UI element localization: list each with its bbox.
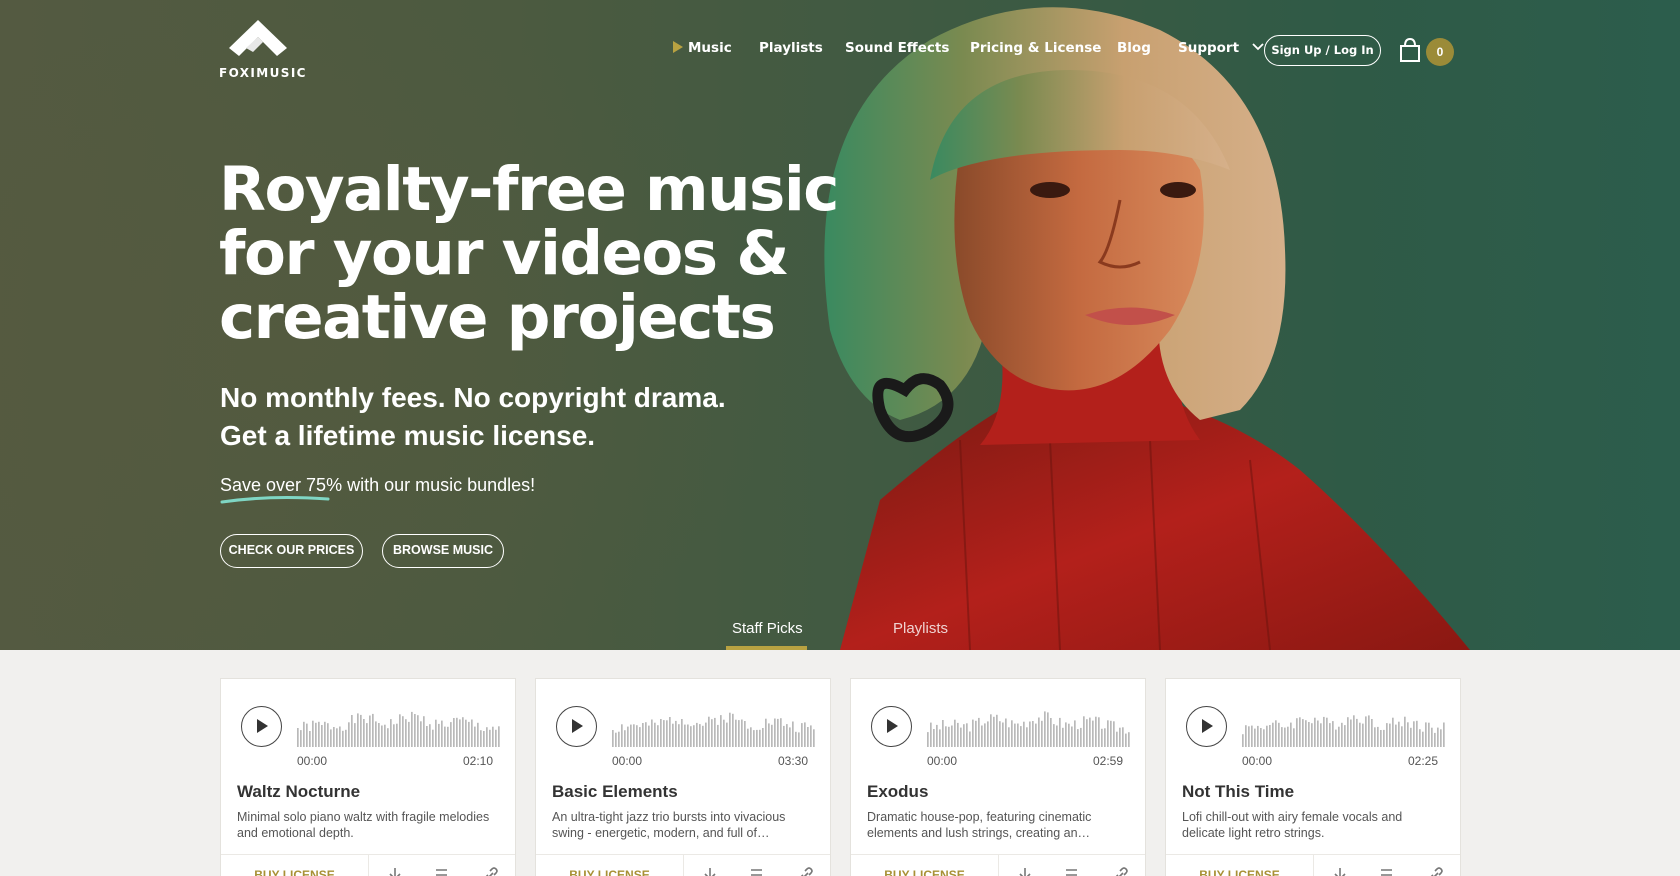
nav-music-label: Music [688,40,732,56]
download-icon[interactable] [385,865,405,876]
hero-subheadline-line: Get a lifetime music license. [220,420,596,451]
nav-support[interactable]: Support [1178,40,1264,56]
track-title[interactable]: Exodus [867,782,928,802]
hero-subheadline: No monthly fees. No copyright drama. Get… [220,379,780,455]
nav-playlists[interactable]: Playlists [759,40,823,56]
link-icon[interactable] [796,865,816,876]
time-elapsed: 00:00 [927,754,958,768]
logo-wordmark: FOXIMUSIC [219,66,307,80]
buy-license-button[interactable]: BUY LICENSE [221,855,369,876]
tab-playlists[interactable]: Playlists [893,620,948,637]
play-triangle-icon [673,41,683,53]
shopping-bag-icon[interactable] [1399,38,1421,62]
buy-license-button[interactable]: BUY LICENSE [1166,855,1314,876]
active-tab-indicator [726,646,807,650]
underline-swoosh-icon [220,496,330,504]
download-icon[interactable] [1330,865,1350,876]
chevron-down-icon [1252,43,1264,51]
add-to-playlist-icon[interactable] [433,865,453,876]
hero-headline-line: for your videos & [219,218,790,289]
add-to-playlist-icon[interactable] [1378,865,1398,876]
foximusic-logo[interactable]: FOXIMUSIC [219,20,305,82]
play-button[interactable] [556,706,597,747]
track-actions: BUY LICENSE [536,854,830,876]
logo-mark-icon [229,20,287,56]
savings-rest-text: with our music bundles! [342,475,536,495]
track-card: 00:00 02:10 Waltz Nocturne Minimal solo … [220,678,516,876]
track-title[interactable]: Waltz Nocturne [237,782,360,802]
bundle-savings-text: Save over 75% with our music bundles! [220,475,536,504]
cart-count-badge: 0 [1426,38,1454,66]
play-button[interactable] [241,706,282,747]
savings-highlight: Save over 75% [220,475,343,504]
waveform[interactable] [927,703,1131,747]
time-elapsed: 00:00 [297,754,328,768]
time-elapsed: 00:00 [1242,754,1273,768]
time-elapsed: 00:00 [612,754,643,768]
buy-license-button[interactable]: BUY LICENSE [536,855,684,876]
check-prices-button[interactable]: CHECK OUR PRICES [220,534,363,568]
track-actions: BUY LICENSE [851,854,1145,876]
savings-highlight-text: Save over 75% [220,475,343,495]
nav-support-label: Support [1178,40,1240,56]
play-button[interactable] [1186,706,1227,747]
nav-pricing-license[interactable]: Pricing & License [970,40,1101,56]
track-duration: 02:25 [1407,754,1438,768]
track-description: Minimal solo piano waltz with fragile me… [237,810,490,840]
buy-license-button[interactable]: BUY LICENSE [851,855,999,876]
track-description: An ultra-tight jazz trio bursts into viv… [552,810,786,840]
track-description: Dramatic house-pop, featuring cinematic … [867,810,1092,840]
track-card: 00:00 02:59 Exodus Dramatic house-pop, f… [850,678,1146,876]
track-duration: 02:59 [1092,754,1123,768]
track-duration: 03:30 [777,754,808,768]
browse-music-button[interactable]: BROWSE MUSIC [382,534,504,568]
track-card: 00:00 03:30 Basic Elements An ultra-tigh… [535,678,831,876]
hero-subheadline-line: No monthly fees. No copyright drama. [220,382,726,413]
nav-blog[interactable]: Blog [1117,40,1151,56]
waveform[interactable] [1242,703,1446,747]
link-icon[interactable] [1111,865,1131,876]
add-to-playlist-icon[interactable] [748,865,768,876]
waveform[interactable] [297,703,501,747]
track-duration: 02:10 [462,754,493,768]
hero-headline: Royalty-free music for your videos & cre… [219,158,839,350]
track-card: 00:00 02:25 Not This Time Lofi chill-out… [1165,678,1461,876]
track-actions: BUY LICENSE [1166,854,1460,876]
add-to-playlist-icon[interactable] [1063,865,1083,876]
track-title[interactable]: Basic Elements [552,782,678,802]
tab-staff-picks[interactable]: Staff Picks [732,620,803,637]
track-actions: BUY LICENSE [221,854,515,876]
link-icon[interactable] [481,865,501,876]
signup-login-button[interactable]: Sign Up / Log In [1264,35,1381,66]
waveform[interactable] [612,703,816,747]
download-icon[interactable] [700,865,720,876]
hero-headline-line: creative projects [219,282,776,353]
download-icon[interactable] [1015,865,1035,876]
link-icon[interactable] [1426,865,1446,876]
nav-sound-effects[interactable]: Sound Effects [845,40,949,56]
track-description: Lofi chill-out with airy female vocals a… [1182,810,1403,840]
hero-headline-line: Royalty-free music [219,154,839,225]
track-title[interactable]: Not This Time [1182,782,1294,802]
play-button[interactable] [871,706,912,747]
nav-music[interactable]: Music [673,40,732,56]
